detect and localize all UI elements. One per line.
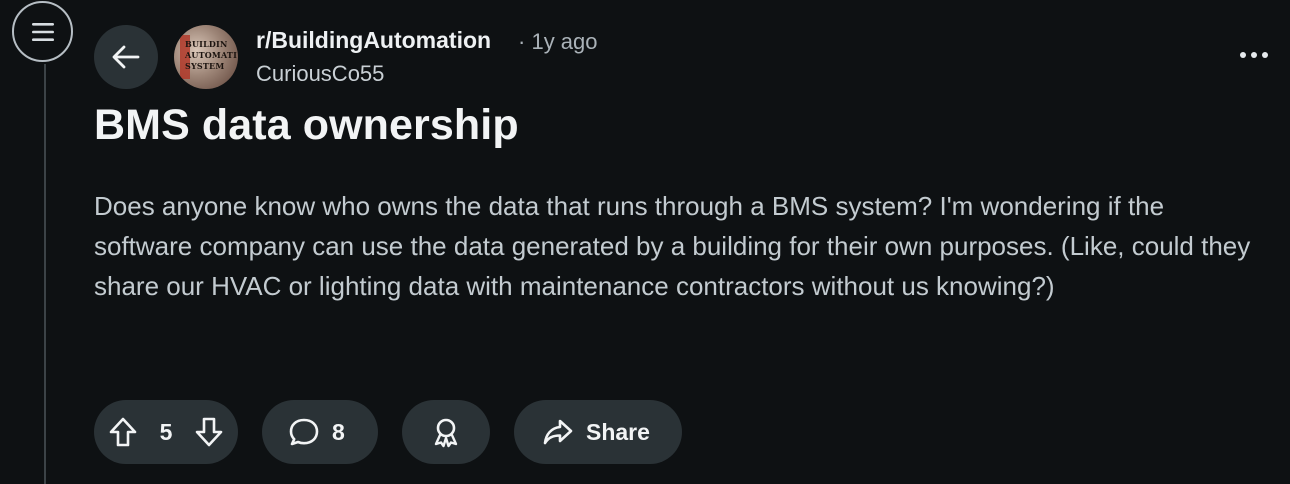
more-options-button[interactable]: [1236, 44, 1272, 66]
award-ribbon-icon: [431, 416, 461, 448]
post-age: · 1y ago: [518, 29, 598, 54]
post-detail-view: BUILDIN AUTOMATI SYSTEM r/BuildingAutoma…: [0, 0, 1290, 484]
upvote-button[interactable]: [108, 416, 138, 448]
share-label: Share: [586, 418, 650, 445]
arrow-up-outline-icon: [108, 416, 138, 448]
back-button[interactable]: [94, 25, 158, 89]
downvote-button[interactable]: [194, 416, 224, 448]
post-body: Does anyone know who owns the data that …: [94, 191, 1251, 301]
comment-count: 8: [332, 418, 345, 445]
speech-bubble-icon: [288, 417, 320, 447]
post-title: BMS data ownership: [94, 101, 519, 149]
vote-bar: 5: [94, 400, 238, 464]
menu-button[interactable]: [12, 1, 73, 62]
more-horizontal-icon: [1239, 51, 1269, 59]
author-name-link[interactable]: CuriousCo55: [256, 61, 384, 87]
award-button[interactable]: [402, 400, 490, 464]
comments-button[interactable]: 8: [262, 400, 378, 464]
thread-line: [44, 64, 46, 484]
post-age-value: 1y ago: [531, 29, 598, 54]
hamburger-menu-icon: [30, 21, 56, 43]
arrow-left-icon: [111, 44, 141, 70]
subreddit-name-link[interactable]: r/BuildingAutomation: [256, 27, 491, 54]
vote-score: 5: [159, 418, 173, 445]
share-button[interactable]: Share: [514, 400, 682, 464]
subreddit-avatar[interactable]: BUILDIN AUTOMATI SYSTEM: [174, 25, 238, 89]
share-arrow-icon: [542, 418, 574, 446]
arrow-down-outline-icon: [194, 416, 224, 448]
